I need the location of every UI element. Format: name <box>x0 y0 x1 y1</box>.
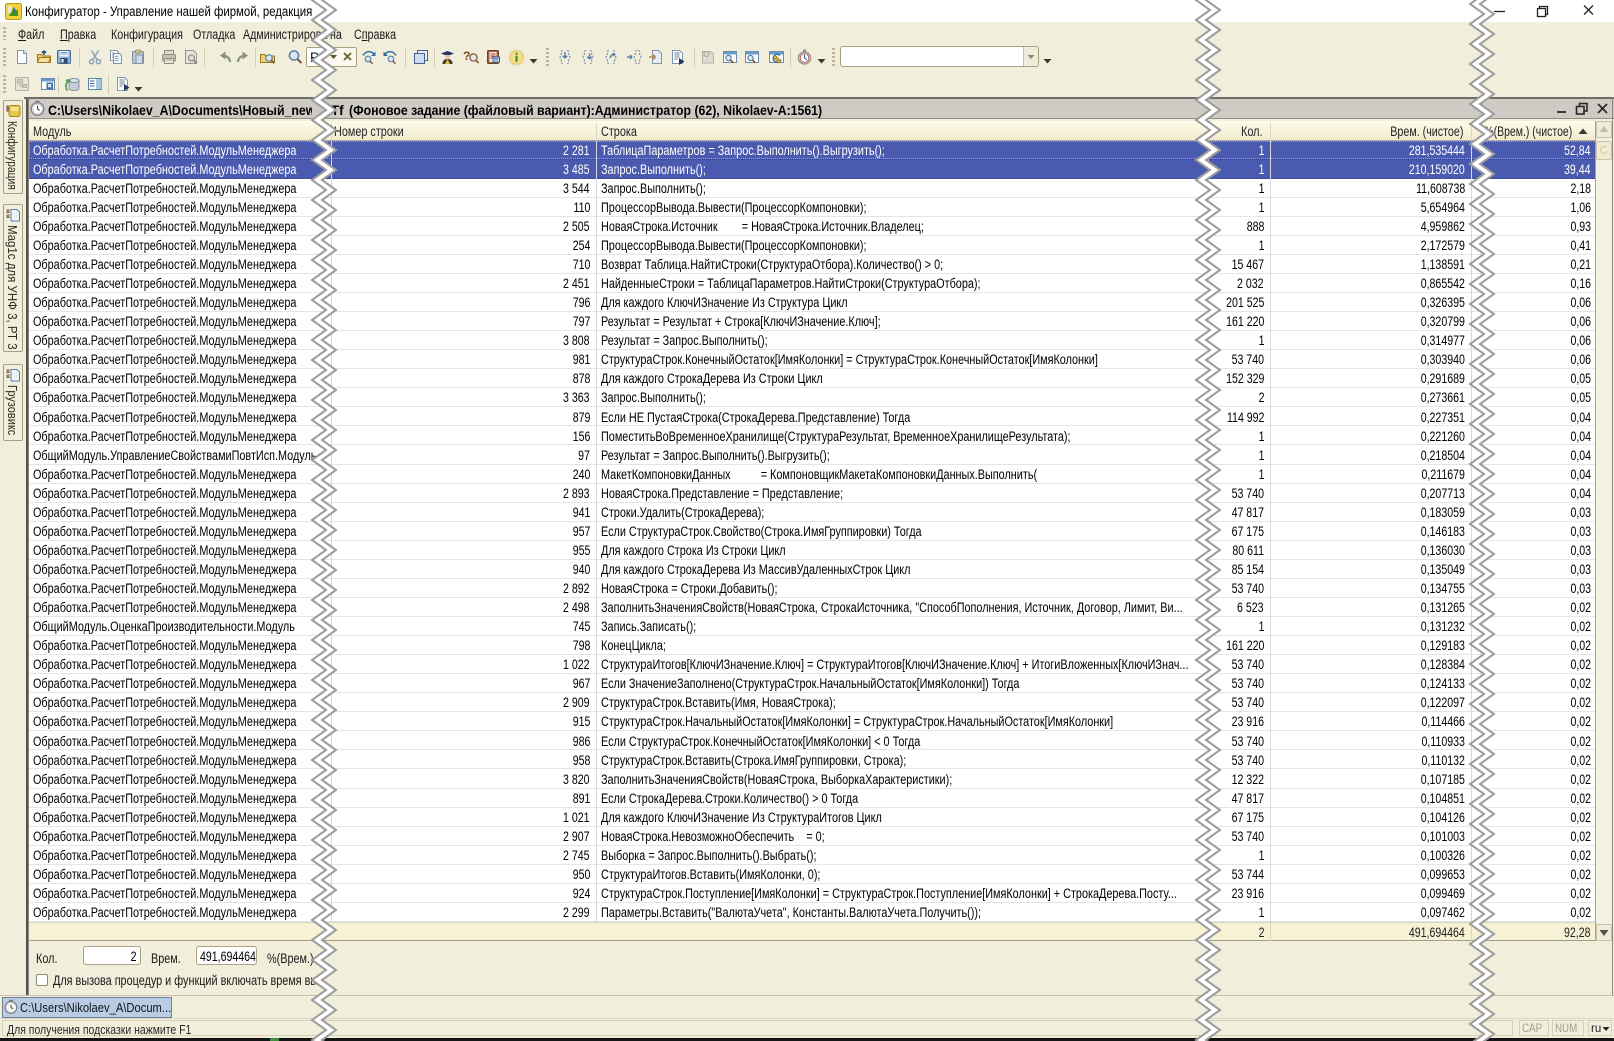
svg-text:?: ? <box>463 49 470 63</box>
